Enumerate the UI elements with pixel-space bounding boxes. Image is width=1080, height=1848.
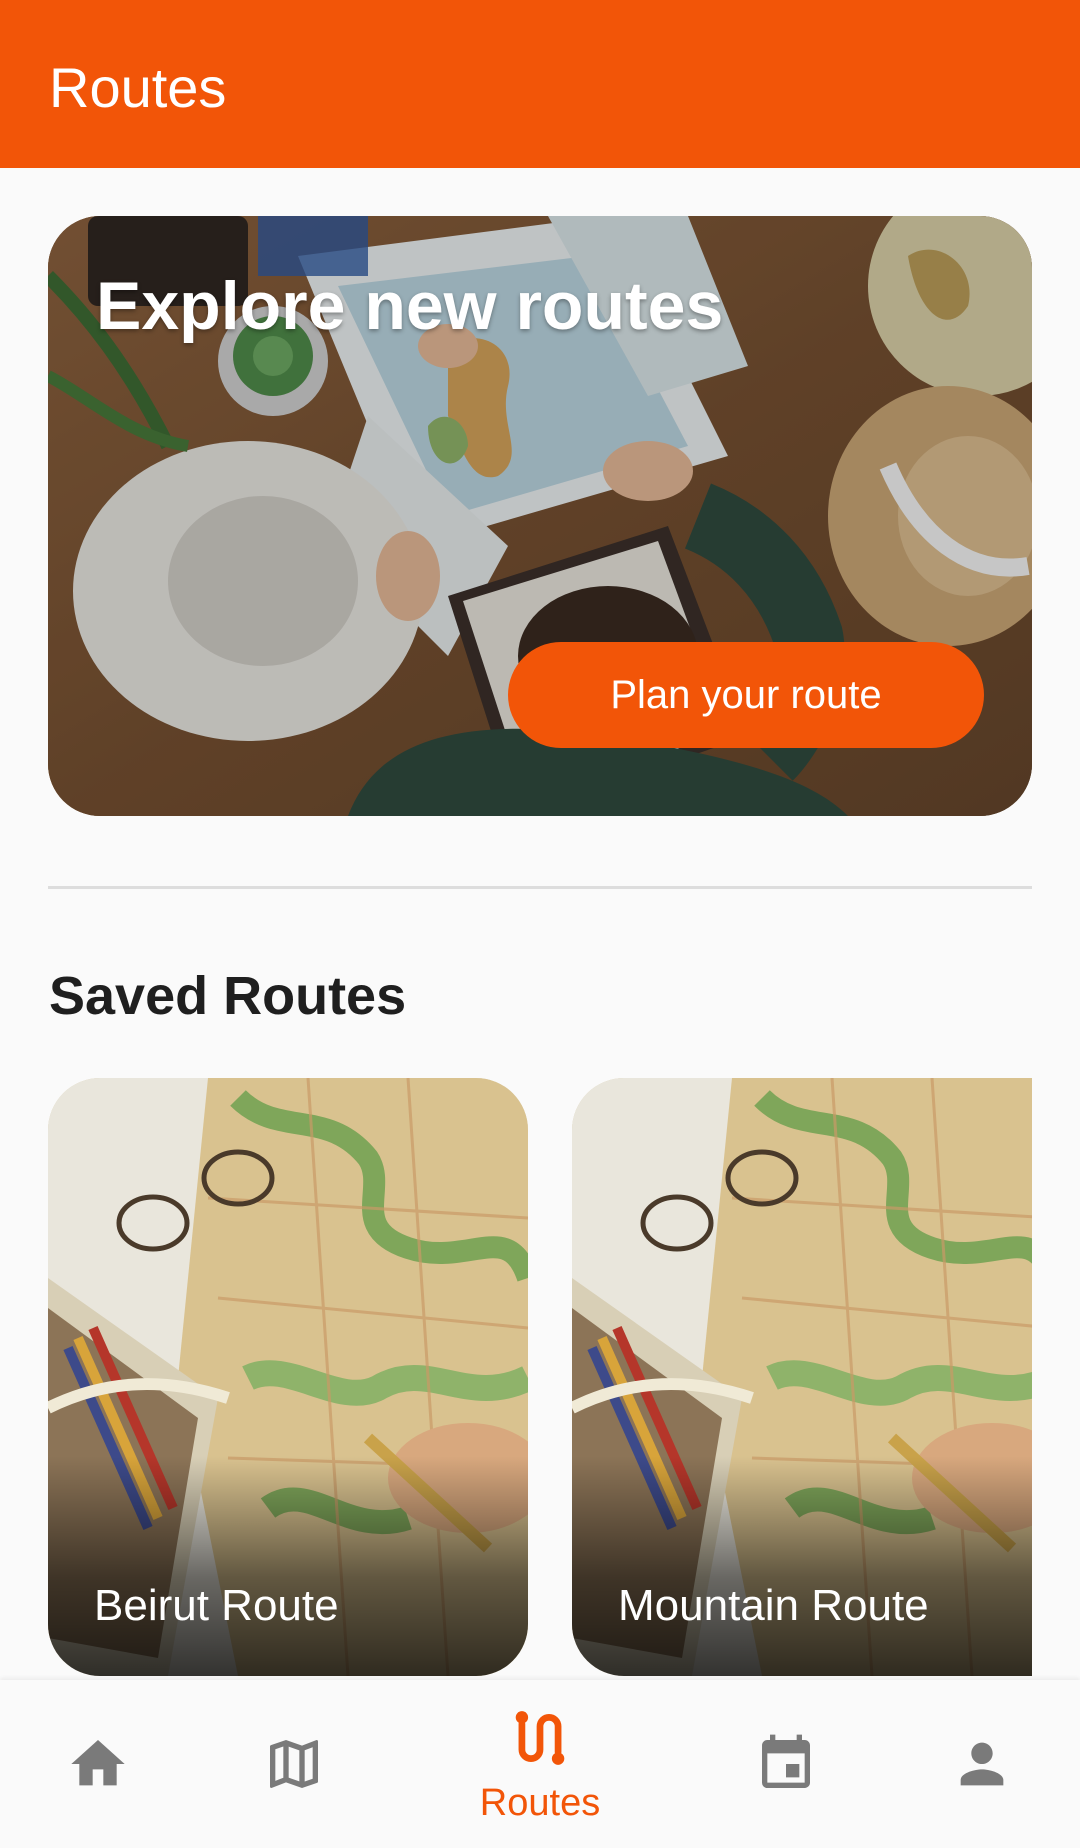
nav-routes-label: Routes (479, 1782, 601, 1824)
nav-routes[interactable]: Routes (460, 1680, 620, 1848)
saved-routes-heading: Saved Routes (49, 966, 407, 1026)
route-card-mountain[interactable]: Mountain Route (572, 1078, 1032, 1676)
card-gradient (48, 1456, 528, 1676)
divider (48, 886, 1032, 889)
person-icon (960, 1742, 1004, 1786)
route-icon (515, 1711, 565, 1765)
nav-home[interactable] (18, 1680, 178, 1848)
app-bar: Routes (0, 0, 1080, 168)
map-icon (270, 1740, 318, 1788)
route-name: Mountain Route (618, 1581, 929, 1630)
bottom-navigation: Routes (0, 1680, 1080, 1848)
route-name: Beirut Route (94, 1581, 339, 1630)
calendar-icon (762, 1734, 810, 1788)
plan-route-button[interactable]: Plan your route (508, 642, 984, 748)
page-title: Routes (49, 56, 227, 119)
nav-profile[interactable] (902, 1680, 1062, 1848)
nav-calendar[interactable] (706, 1680, 866, 1848)
nav-map[interactable] (214, 1680, 374, 1848)
explore-routes-card[interactable]: Explore new routes Plan your route (48, 216, 1032, 816)
card-gradient (572, 1456, 1032, 1676)
saved-routes-list[interactable]: Beirut Route Mountain Route (0, 1078, 1080, 1678)
hero-title: Explore new routes (96, 268, 724, 344)
home-icon (71, 1740, 125, 1786)
route-card-beirut[interactable]: Beirut Route (48, 1078, 528, 1676)
